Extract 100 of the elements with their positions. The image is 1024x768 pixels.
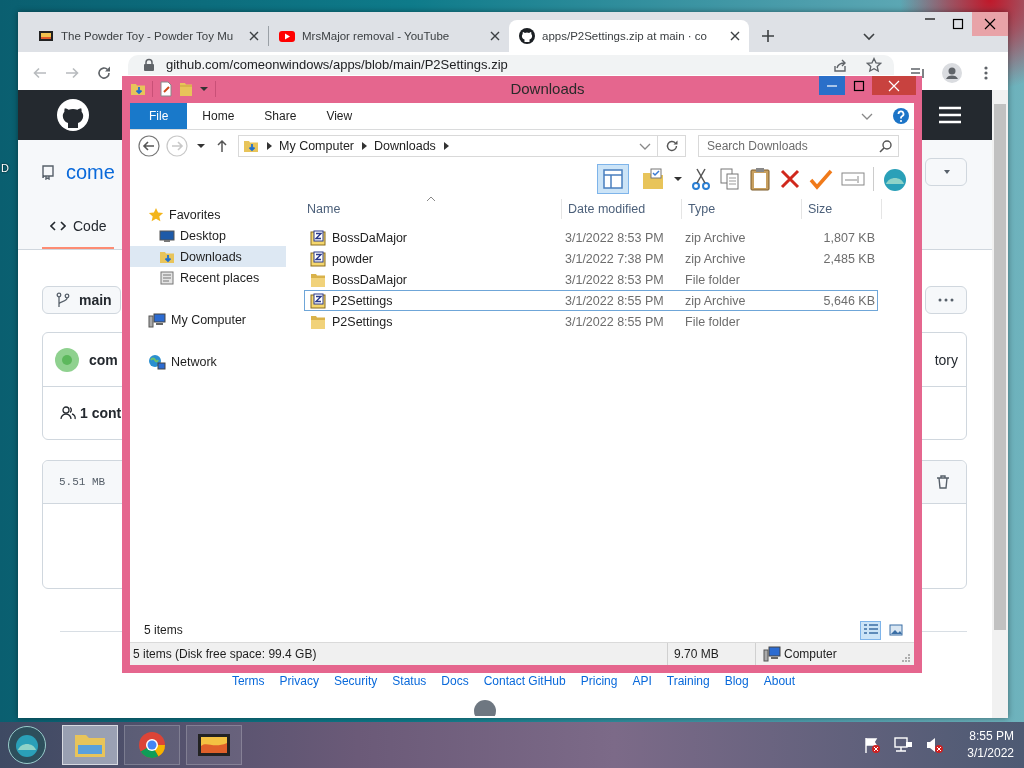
address-bar[interactable]: My Computer Downloads — [238, 135, 658, 157]
reload-icon[interactable] — [96, 65, 112, 81]
type-cell-text: File folder — [684, 271, 741, 289]
branch-icon — [55, 292, 71, 308]
footer-link[interactable]: Privacy — [279, 674, 319, 688]
footer-link[interactable]: Training — [666, 674, 710, 688]
browser-tab[interactable]: MrsMajor removal - YouTube — [269, 20, 509, 52]
delete-icon[interactable] — [779, 168, 801, 190]
type-cell-text: zip Archive — [684, 229, 747, 247]
chevron-right-icon[interactable] — [266, 142, 272, 150]
trash-icon[interactable] — [935, 474, 951, 490]
file-row[interactable]: BossDaMajor 3/1/2022 8:53 PM File folder — [304, 269, 878, 290]
shell-icon[interactable] — [882, 166, 908, 192]
close-button[interactable] — [872, 76, 916, 95]
details-view-button[interactable] — [860, 620, 881, 640]
clipboard-icon[interactable] — [749, 167, 771, 191]
folder-check-icon[interactable] — [641, 167, 665, 191]
nav-item[interactable]: Downloads — [130, 246, 286, 267]
nav-item[interactable]: Recent places — [130, 267, 286, 288]
ribbon-tab[interactable]: View — [311, 103, 368, 129]
nav-item[interactable]: My Computer — [130, 309, 286, 330]
scissors-icon[interactable] — [691, 167, 711, 191]
start-button[interactable] — [8, 726, 46, 764]
taskbar-button[interactable] — [186, 725, 242, 765]
up-arrow-icon[interactable] — [216, 139, 228, 153]
plus-icon[interactable] — [761, 29, 775, 43]
breadcrumb-item[interactable]: My Computer — [279, 139, 355, 153]
preview-pane-icon — [601, 167, 625, 191]
column-header[interactable]: Type — [682, 199, 802, 219]
close-icon[interactable] — [489, 30, 501, 42]
desktop-icon-label[interactable]: D — [1, 162, 9, 174]
people-icon — [60, 405, 76, 421]
column-header[interactable]: Name — [300, 199, 562, 219]
footer-link[interactable]: Pricing — [580, 674, 618, 688]
check-icon[interactable] — [809, 168, 833, 190]
menu-icon[interactable] — [938, 105, 962, 125]
help-icon[interactable] — [893, 108, 909, 124]
nav-item[interactable]: Favorites — [130, 204, 286, 225]
close-icon[interactable] — [248, 30, 260, 42]
ribbon-tab[interactable]: Home — [187, 103, 250, 129]
cat-logo-icon[interactable] — [57, 99, 89, 131]
commit-author[interactable]: com — [89, 351, 118, 368]
preview-pane-button[interactable] — [597, 164, 629, 194]
date-cell-text: 3/1/2022 8:53 PM — [564, 229, 665, 247]
column-header[interactable]: Size — [802, 199, 882, 219]
address-bar[interactable]: github.com/comeonwindows/apps/blob/main/P2Settings.zip — [128, 55, 894, 75]
column-header[interactable]: Date modified — [562, 199, 682, 219]
minimize-button[interactable] — [819, 76, 845, 95]
caret-icon[interactable] — [673, 174, 683, 184]
code-tab[interactable]: Code — [42, 204, 115, 249]
footer-link[interactable]: Blog — [724, 674, 749, 688]
text-field-icon[interactable] — [841, 170, 865, 188]
nav-item[interactable]: Network — [130, 351, 286, 372]
chevron-right-icon[interactable] — [442, 142, 449, 150]
file-menu-tab[interactable]: File — [130, 103, 188, 129]
type-cell-text: File folder — [684, 313, 741, 331]
browser-tab[interactable]: apps/P2Settings.zip at main · co — [509, 20, 749, 52]
share-icon[interactable] — [832, 57, 848, 73]
search-icon[interactable] — [879, 139, 893, 153]
clock[interactable]: 8:55 PM 3/1/2022 — [967, 728, 1014, 762]
file-row[interactable]: BossDaMajor 3/1/2022 8:53 PM zip Archive 1,807 KB — [304, 227, 878, 248]
refresh-button[interactable] — [658, 135, 686, 157]
logo-icon — [473, 700, 496, 716]
network-icon[interactable] — [893, 736, 914, 754]
document-icon[interactable] — [159, 80, 173, 97]
footer-link[interactable]: Docs — [441, 674, 469, 688]
footer-link[interactable]: API — [632, 674, 652, 688]
footer-link[interactable]: Security — [333, 674, 378, 688]
shell-icon — [14, 732, 40, 758]
star-icon[interactable] — [866, 57, 882, 73]
browser-tab[interactable]: The Powder Toy - Powder Toy Mu — [28, 20, 268, 52]
ribbon-tab[interactable]: Share — [249, 103, 312, 129]
repo-owner-link[interactable]: come — [66, 160, 115, 184]
refresh-icon — [664, 139, 679, 153]
file-name: BossDaMajor — [332, 272, 408, 287]
status-text: 5 items (Disk free space: 99.4 GB) — [130, 643, 668, 665]
flag-icon[interactable] — [863, 736, 882, 754]
close-icon[interactable] — [729, 30, 741, 42]
footer-link[interactable]: About — [763, 674, 796, 688]
close-icon[interactable] — [972, 12, 1008, 36]
contributors-link[interactable]: 1 cont — [80, 405, 122, 421]
scrollbar[interactable] — [992, 90, 1008, 718]
file-row[interactable]: P2Settings 3/1/2022 8:55 PM zip Archive 5,646 KB — [304, 290, 878, 311]
file-row[interactable]: powder 3/1/2022 7:38 PM zip Archive 2,485 KB — [304, 248, 878, 269]
breadcrumb-item[interactable]: Downloads — [374, 139, 436, 153]
footer-link[interactable]: Status — [392, 674, 427, 688]
monitor-icon — [159, 227, 175, 244]
history-link[interactable]: tory — [934, 351, 958, 368]
search-field[interactable]: Search Downloads — [698, 135, 899, 157]
speaker-muted-icon[interactable] — [925, 736, 944, 754]
resize-grip-icon — [901, 653, 911, 663]
nav-item[interactable]: Desktop — [130, 225, 286, 246]
branch-button[interactable]: main — [42, 286, 121, 314]
file-row[interactable]: P2Settings 3/1/2022 8:55 PM File folder — [304, 311, 878, 332]
profile-icon[interactable] — [942, 63, 962, 83]
footer-link[interactable]: Terms — [231, 674, 265, 688]
sort-caret-icon — [426, 196, 436, 202]
footer-link[interactable]: Contact GitHub — [483, 674, 566, 688]
chevron-right-icon[interactable] — [361, 142, 368, 150]
date-cell-text: 3/1/2022 8:53 PM — [564, 271, 665, 289]
